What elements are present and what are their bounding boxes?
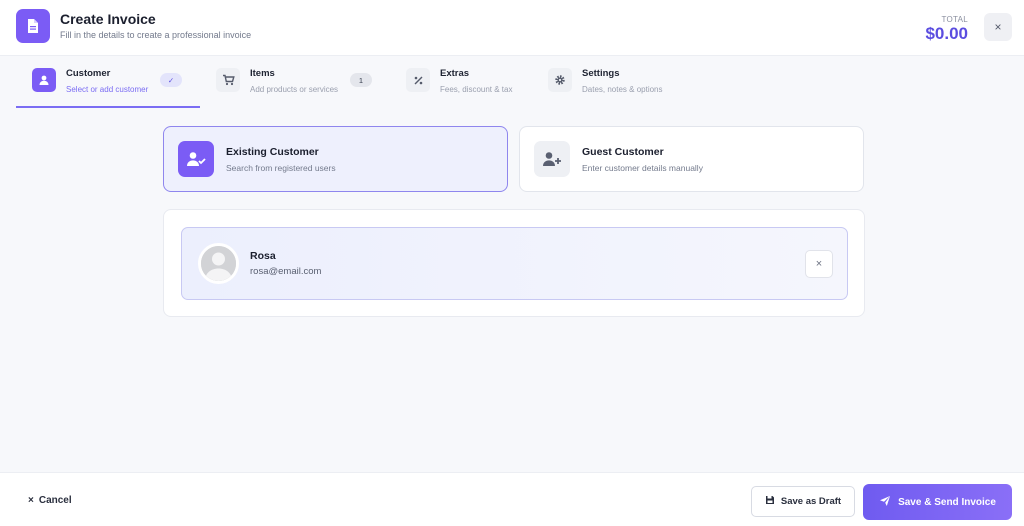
close-icon: ×: [28, 495, 34, 506]
check-icon: ✓: [160, 73, 182, 87]
tab-settings-title: Settings: [582, 68, 620, 79]
tab-items-title: Items: [250, 68, 275, 79]
save-send-button[interactable]: Save & Send Invoice: [863, 484, 1012, 520]
guest-customer-option[interactable]: Guest Customer Enter customer details ma…: [519, 126, 864, 192]
user-check-icon: [178, 141, 214, 177]
close-icon: ×: [815, 258, 823, 270]
step-tabs: Customer Select or add customer ✓ Items …: [0, 56, 1024, 108]
send-icon: [879, 495, 891, 510]
existing-customer-subtitle: Search from registered users: [226, 163, 336, 173]
invoice-icon: [16, 9, 50, 43]
customer-email: rosa@email.com: [250, 266, 322, 277]
gear-icon: [548, 68, 572, 92]
user-icon: [32, 68, 56, 92]
existing-customer-option[interactable]: Existing Customer Search from registered…: [163, 126, 508, 192]
close-button[interactable]: ×: [984, 13, 1012, 41]
tab-extras[interactable]: Extras Fees, discount & tax: [390, 56, 530, 108]
header: Create Invoice Fill in the details to cr…: [0, 0, 1024, 56]
page-subtitle: Fill in the details to create a professi…: [60, 30, 252, 40]
selected-customer-card: Rosa rosa@email.com ×: [181, 227, 848, 300]
tab-settings-subtitle: Dates, notes & options: [582, 85, 663, 94]
cancel-button[interactable]: × Cancel: [28, 495, 72, 506]
avatar: [198, 243, 239, 284]
tab-customer-subtitle: Select or add customer: [66, 85, 149, 94]
save-send-label: Save & Send Invoice: [898, 496, 996, 508]
tab-items-subtitle: Add products or services: [250, 85, 339, 94]
tab-extras-title: Extras: [440, 68, 470, 79]
tab-customer-title: Customer: [66, 68, 111, 79]
save-draft-button[interactable]: Save as Draft: [751, 486, 855, 517]
page-title: Create Invoice: [60, 11, 156, 27]
guest-customer-title: Guest Customer: [582, 146, 664, 158]
footer: × Cancel Save as Draft Save & Send Invoi…: [0, 472, 1024, 526]
user-plus-icon: [534, 141, 570, 177]
tab-customer[interactable]: Customer Select or add customer ✓: [16, 56, 200, 108]
close-icon: ×: [994, 20, 1002, 34]
remove-customer-button[interactable]: ×: [805, 250, 833, 278]
customer-name: Rosa: [250, 250, 276, 262]
tab-settings[interactable]: Settings Dates, notes & options: [532, 56, 692, 108]
cancel-label: Cancel: [38, 495, 72, 506]
existing-customer-title: Existing Customer: [226, 146, 319, 158]
guest-customer-subtitle: Enter customer details manually: [582, 163, 703, 173]
tab-items[interactable]: Items Add products or services 1: [200, 56, 386, 108]
total-label: TOTAL: [941, 15, 968, 24]
total-value: $0.00: [925, 24, 968, 43]
cart-icon: [216, 68, 240, 92]
items-count-badge: 1: [350, 73, 372, 87]
tab-extras-subtitle: Fees, discount & tax: [440, 85, 513, 94]
save-draft-label: Save as Draft: [780, 496, 842, 507]
save-icon: [765, 495, 775, 508]
percent-icon: [406, 68, 430, 92]
selected-customer-panel: Rosa rosa@email.com ×: [163, 209, 865, 317]
